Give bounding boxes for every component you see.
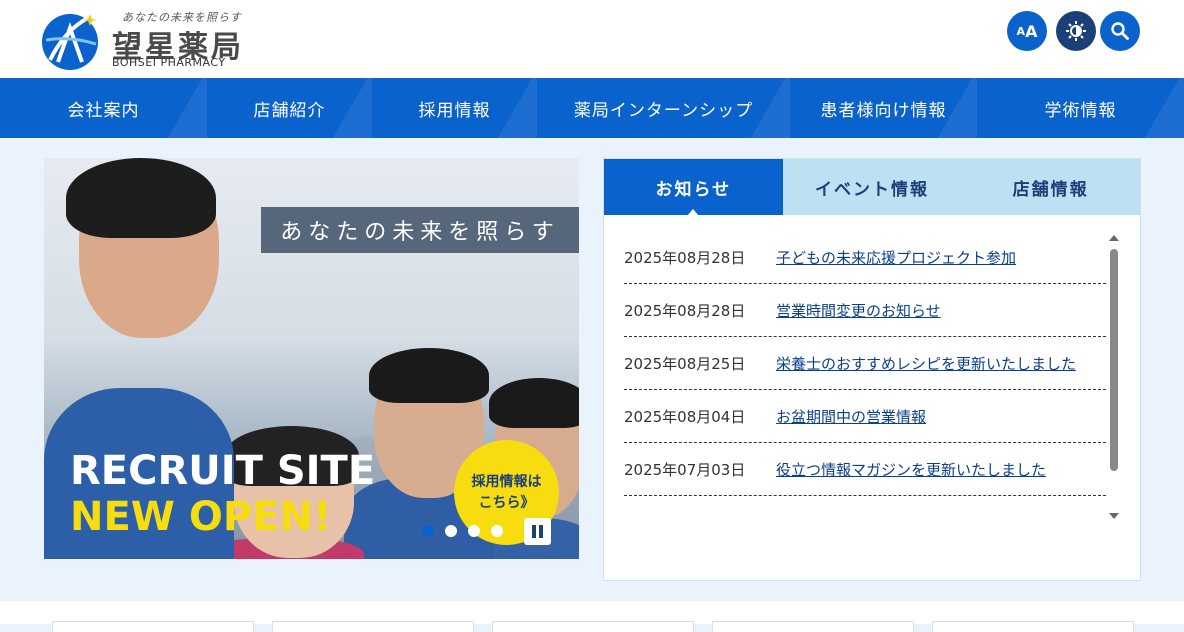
list-item: 2025年08月28日 子どもの未来応援プロジェクト参加 [624,231,1106,284]
nav-item-label: 店舗紹介 [253,100,326,121]
scroll-up-icon[interactable] [1109,235,1119,241]
tab-store-info[interactable]: 店舗情報 [961,159,1140,215]
nav-item-label: 会社案内 [67,100,140,121]
bottom-card[interactable] [492,621,694,632]
scroll-down-icon[interactable] [1109,513,1119,519]
news-link[interactable]: お盆期間中の営業情報 [776,406,926,427]
news-panel: お知らせ イベント情報 店舗情報 2025年08月28日 子どもの未来応援プロジ… [603,158,1141,581]
nav-item-recruit[interactable]: 採用情報 [372,78,537,138]
badge-line-2: こちら》 [478,494,535,511]
news-tabs: お知らせ イベント情報 店舗情報 [604,159,1140,216]
slider-dot[interactable] [422,525,434,537]
news-date: 2025年08月28日 [624,248,746,267]
tab-news[interactable]: お知らせ [604,159,783,216]
hero-headline-1: RECRUIT SITE [70,448,376,494]
pause-icon [539,525,543,538]
nav-item-label: 薬局インターンシップ [573,100,754,121]
search-button[interactable] [1100,11,1140,51]
news-date: 2025年08月25日 [624,354,746,373]
news-link[interactable]: 子どもの未来応援プロジェクト参加 [776,247,1016,268]
news-scrollbar[interactable] [1109,235,1119,525]
pause-icon [532,525,536,538]
bottom-card[interactable] [52,621,254,632]
slider-dot[interactable] [445,525,457,537]
news-list: 2025年08月28日 子どもの未来応援プロジェクト参加 2025年08月28日… [624,231,1106,496]
bottom-card[interactable] [932,621,1134,632]
nav-item-label: 学術情報 [1044,100,1117,121]
pause-button[interactable] [524,518,551,545]
badge-line-1: 採用情報は [471,473,542,490]
font-size-button[interactable]: AA [1007,11,1047,51]
slider-dots [422,525,503,537]
hero-photo-person [66,158,216,238]
bottom-section [0,601,1184,632]
slider-dot[interactable] [468,525,480,537]
nav-item-internship[interactable]: 薬局インターンシップ [537,78,790,138]
site-logo[interactable]: あなたの未来を照らす 望星薬局 BOHSEI PHARMACY [40,8,260,72]
search-icon [1111,22,1129,40]
nav-item-academic[interactable]: 学術情報 [977,78,1184,138]
news-link[interactable]: 営業時間変更のお知らせ [776,300,941,321]
font-size-big-glyph: A [1025,21,1038,41]
contrast-button[interactable] [1056,11,1096,51]
nav-item-patients[interactable]: 患者様向け情報 [790,78,977,138]
main-nav: 会社案内 店舗紹介 採用情報 薬局インターンシップ 患者様向け情報 学術情報 [0,78,1184,138]
news-date: 2025年08月28日 [624,301,746,320]
tab-events[interactable]: イベント情報 [783,159,962,215]
scroll-thumb[interactable] [1110,249,1118,471]
hero-slider[interactable]: あなたの未来を照らす RECRUIT SITE NEW OPEN! 採用情報は … [44,158,579,559]
site-header: あなたの未来を照らす 望星薬局 BOHSEI PHARMACY AA [0,0,1184,78]
hero-photo-person [489,378,579,428]
hero-headline-2: NEW OPEN! [70,494,332,540]
nav-item-label: 採用情報 [418,100,491,121]
news-date: 2025年08月04日 [624,407,746,426]
list-item: 2025年08月28日 営業時間変更のお知らせ [624,284,1106,337]
nav-item-label: 患者様向け情報 [820,100,947,121]
news-date: 2025年07月03日 [624,460,746,479]
bottom-card[interactable] [272,621,474,632]
news-link[interactable]: 役立つ情報マガジンを更新いたしました [776,459,1046,480]
list-item: 2025年08月04日 お盆期間中の営業情報 [624,390,1106,443]
logo-english-name: BOHSEI PHARMACY [112,56,226,69]
logo-mark-icon [42,14,98,70]
contrast-icon [1066,21,1086,41]
list-item: 2025年08月25日 栄養士のおすすめレシピを更新いたしました [624,337,1106,390]
news-link[interactable]: 栄養士のおすすめレシピを更新いたしました [776,353,1076,374]
hero-photo-person [369,348,489,403]
nav-item-stores[interactable]: 店舗紹介 [207,78,372,138]
font-size-small-glyph: A [1016,24,1026,38]
bottom-card[interactable] [712,621,914,632]
slider-dot[interactable] [491,525,503,537]
list-item: 2025年07月03日 役立つ情報マガジンを更新いたしました [624,443,1106,496]
hero-tagline: あなたの未来を照らす [261,207,579,253]
nav-item-company[interactable]: 会社案内 [0,78,207,138]
